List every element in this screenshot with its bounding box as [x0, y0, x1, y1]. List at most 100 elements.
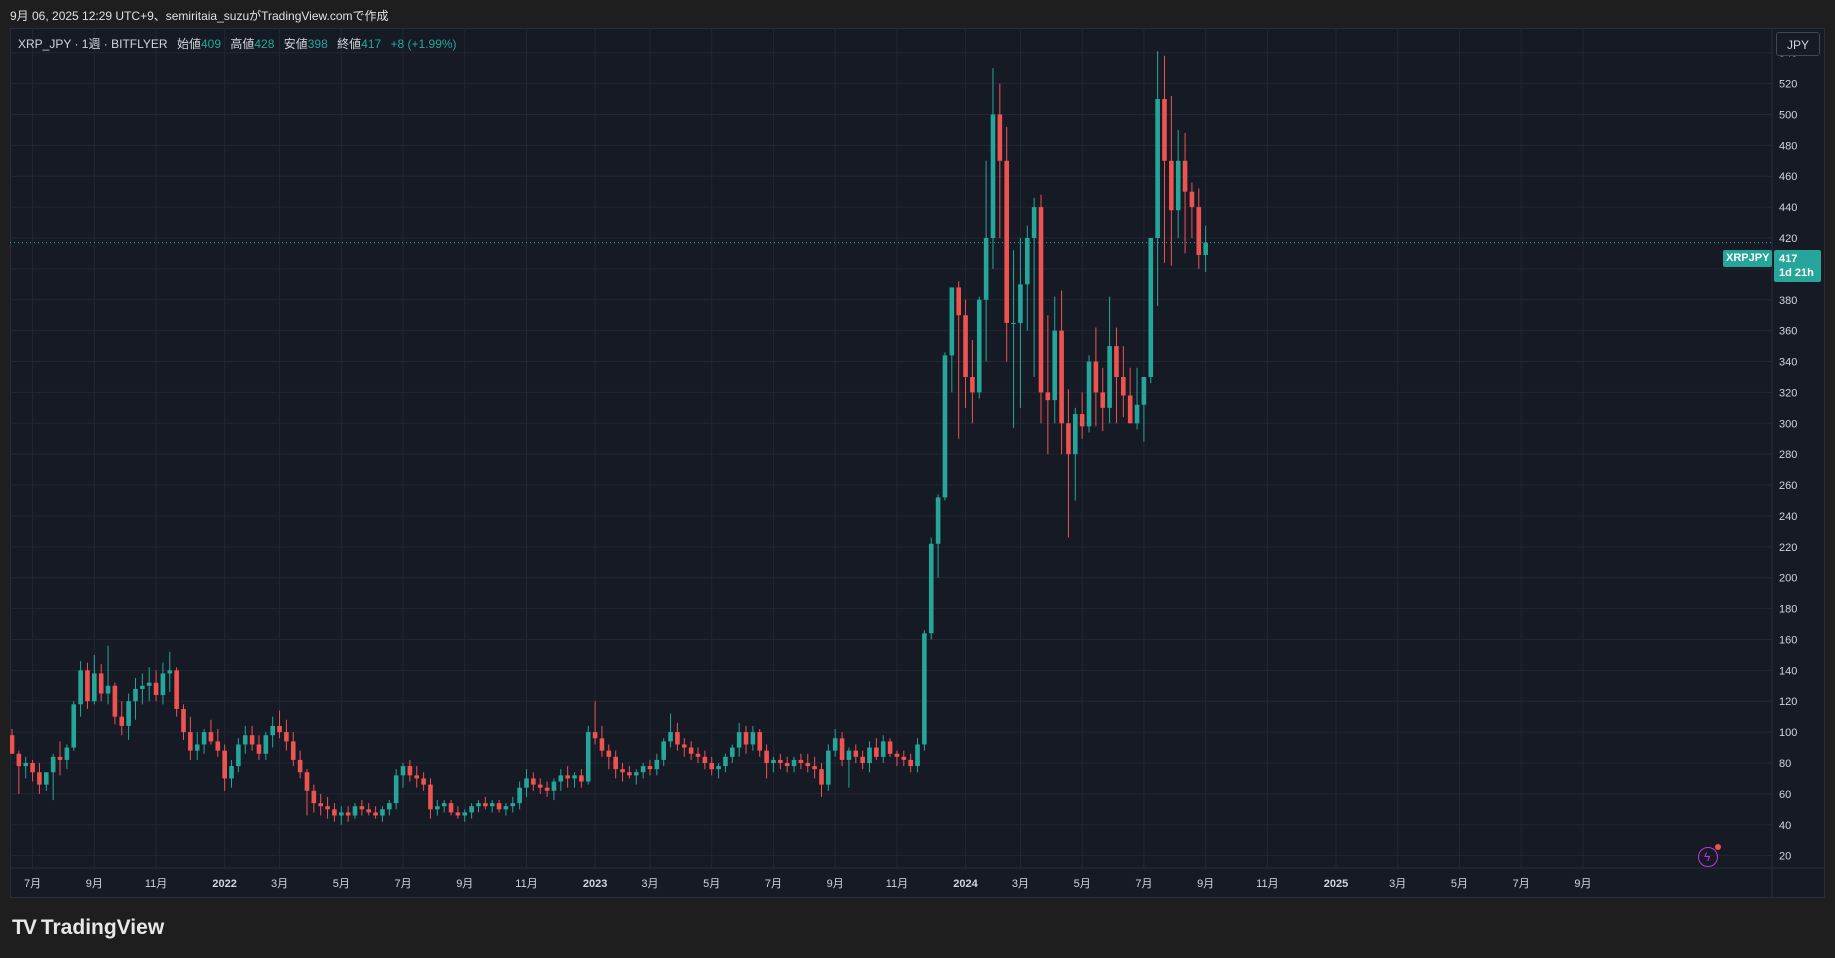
candle-body	[78, 670, 83, 705]
y-tick-label: 440	[1779, 202, 1797, 214]
candle-body	[894, 753, 900, 757]
x-tick-label: 5月	[1451, 878, 1468, 890]
candle-body	[1093, 361, 1099, 393]
x-tick-label: 5月	[703, 878, 720, 890]
candle-body	[188, 732, 193, 751]
candle-body	[784, 763, 790, 767]
candle-body	[963, 315, 968, 377]
y-tick-label: 380	[1779, 295, 1797, 307]
candle-body	[496, 803, 502, 810]
y-tick-label: 180	[1779, 604, 1797, 616]
candle-body	[908, 759, 913, 767]
x-tick-label: 7月	[394, 878, 411, 890]
candle-body	[318, 803, 323, 807]
candle-body	[483, 803, 488, 807]
candle-body	[524, 778, 529, 788]
candle-body	[798, 759, 804, 763]
candle-body	[441, 803, 447, 807]
candle-body	[874, 747, 879, 757]
candle-body	[1107, 346, 1112, 408]
candle-body	[332, 809, 337, 816]
candle-body	[140, 685, 145, 689]
candle-body	[887, 741, 893, 754]
y-tick-label: 320	[1779, 387, 1797, 399]
candle-body	[640, 766, 646, 773]
candle-body	[983, 238, 989, 300]
candle-body	[263, 735, 269, 754]
legend-low-label: 安値	[283, 37, 308, 51]
legend-close-label: 終値	[337, 37, 362, 51]
last-price-tag: 417 1d 21h	[1774, 250, 1821, 282]
candle-body	[174, 670, 179, 709]
x-tick-label: 2024	[953, 878, 978, 890]
candle-body	[448, 803, 454, 813]
x-tick-label: 11月	[886, 878, 908, 890]
x-tick-label: 9月	[1574, 878, 1591, 890]
candle-body	[537, 784, 543, 788]
candle-body	[716, 766, 721, 770]
candle-body	[50, 756, 56, 773]
candle-body	[1100, 392, 1106, 408]
x-tick-label: 3月	[641, 878, 658, 890]
legend-open-value: 409	[200, 37, 221, 51]
candle-body	[764, 750, 769, 763]
candle-body	[517, 787, 522, 804]
candle-body	[284, 732, 289, 742]
currency-button[interactable]: JPY	[1776, 32, 1820, 56]
candle-body	[736, 732, 742, 748]
candle-body	[1127, 395, 1133, 424]
candle-body	[476, 803, 481, 807]
candle-body	[510, 803, 516, 807]
y-tick-label: 360	[1779, 326, 1797, 338]
x-tick-label: 9月	[1197, 878, 1214, 890]
last-price-symbol-tag: XRPJPY	[1723, 250, 1773, 267]
candle-body	[393, 775, 399, 804]
candle-body	[901, 756, 907, 760]
y-tick-label: 280	[1779, 449, 1797, 461]
candle-body	[421, 778, 426, 785]
y-tick-label: 40	[1779, 820, 1791, 832]
candle-body	[935, 497, 941, 544]
legend-open-label: 始値	[176, 37, 201, 51]
x-tick-label: 7月	[1513, 878, 1530, 890]
candle-body	[627, 772, 632, 776]
candle-body	[236, 744, 241, 767]
candle-body	[387, 803, 392, 810]
x-tick-label: 2023	[583, 878, 607, 890]
x-tick-label: 5月	[333, 878, 350, 890]
x-tick-label: 9月	[86, 878, 103, 890]
candle-body	[778, 759, 783, 763]
legend-symbol[interactable]: XRP_JPY · 1週 · BITFLYER	[18, 37, 168, 51]
candle-body	[194, 744, 200, 751]
x-tick-label: 7月	[765, 878, 782, 890]
candle-body	[695, 753, 701, 757]
candle-body	[970, 376, 975, 393]
tradingview-logo: TV TradingView	[12, 916, 164, 940]
candlestick-chart[interactable]: 20 40 60 80 100 120 140 160 180 200 220 240 260 280 30…	[10, 28, 1825, 898]
candle-body	[311, 790, 317, 804]
candle-body	[661, 741, 666, 760]
legend-close-value: 417	[361, 37, 382, 51]
candle-body	[1052, 330, 1058, 401]
candle-body	[1162, 99, 1167, 161]
snapshot-caption: 9月 06, 2025 12:29 UTC+9、semiritaia_suzuが…	[10, 9, 389, 23]
candle-body	[1031, 207, 1037, 238]
y-tick-label: 160	[1779, 634, 1797, 646]
candle-body	[750, 732, 756, 745]
candle-body	[647, 766, 653, 770]
candle-body	[208, 732, 214, 742]
y-tick-label: 80	[1779, 758, 1791, 770]
candle-body	[126, 701, 131, 726]
candle-body	[242, 735, 248, 745]
candle-body	[730, 747, 735, 757]
candle-body	[1189, 191, 1195, 208]
x-tick-label: 3月	[1012, 878, 1029, 890]
candle-body	[1203, 242, 1208, 255]
candle-body	[153, 682, 159, 696]
candle-body	[455, 812, 461, 816]
candle-body	[846, 750, 852, 760]
lightning-icon[interactable]: ϟ	[1698, 844, 1721, 867]
brand-name: TradingView	[40, 916, 165, 939]
candle-body	[98, 673, 104, 694]
candle-body	[819, 769, 824, 785]
